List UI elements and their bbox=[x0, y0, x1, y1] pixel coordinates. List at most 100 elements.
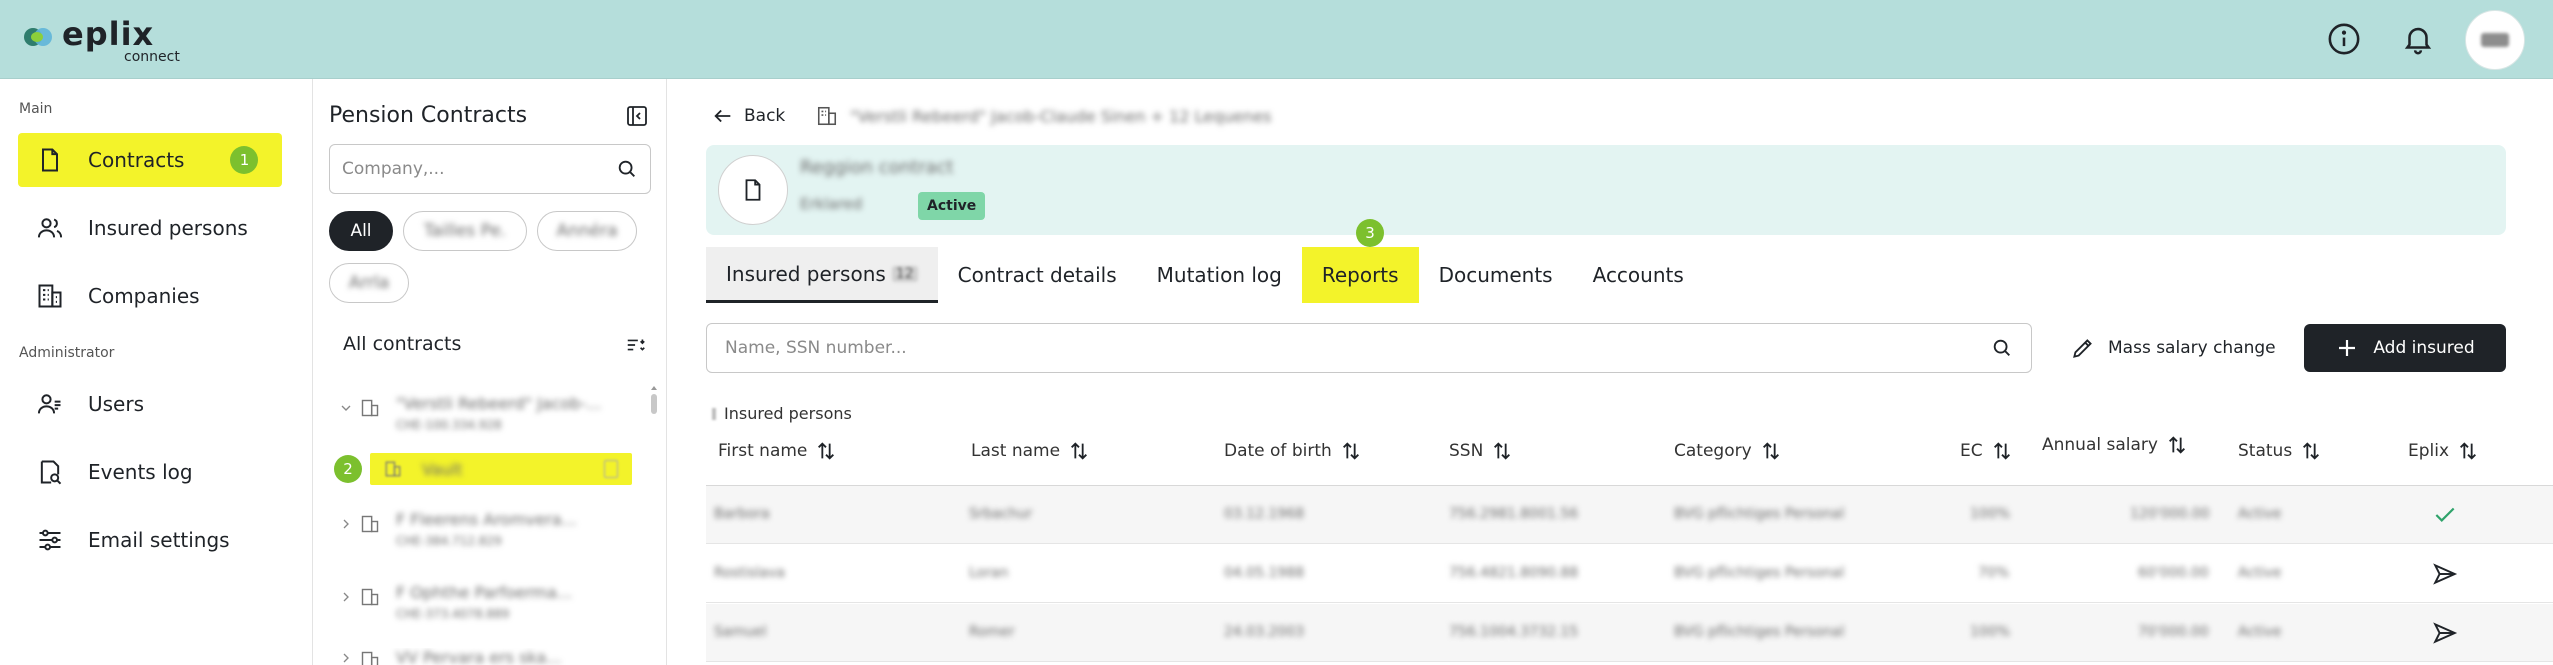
chevron-right-icon[interactable] bbox=[338, 650, 354, 665]
sidebar-item-companies[interactable]: Companies bbox=[18, 269, 282, 323]
sort-icon[interactable] bbox=[1991, 440, 2013, 462]
table-row[interactable]: Samuel Romer 24.03.2003 756.1004.3732.15… bbox=[706, 604, 2553, 662]
building-icon bbox=[385, 461, 401, 477]
tree-item-name: F Ophthe Parfoerma... bbox=[396, 583, 573, 602]
sidebar-item-insured-persons[interactable]: Insured persons bbox=[18, 201, 282, 255]
column-header-ssn[interactable]: SSN bbox=[1449, 431, 1513, 471]
sort-icon[interactable] bbox=[2457, 440, 2479, 462]
search-icon[interactable] bbox=[1991, 337, 2013, 359]
sort-icon[interactable] bbox=[815, 440, 837, 462]
filter-chip-all[interactable]: All bbox=[329, 211, 393, 251]
logo-subtext: connect bbox=[124, 49, 180, 65]
table-row[interactable]: Barbora Srbachur 03.12.1968 756.2981.800… bbox=[706, 486, 2553, 544]
tree-item-contract[interactable]: F Fleerens Aromvera... CHE-384.712.829 bbox=[338, 504, 648, 562]
tab-contract-details[interactable]: Contract details bbox=[938, 247, 1137, 303]
filter-chip[interactable]: Tailles Pe. bbox=[403, 211, 527, 251]
tree-item-selected[interactable] bbox=[370, 453, 632, 485]
bell-icon[interactable] bbox=[2401, 22, 2435, 56]
sidebar-item-users[interactable]: Users bbox=[18, 377, 282, 431]
company-search-input[interactable] bbox=[342, 159, 616, 179]
building-icon bbox=[361, 588, 379, 606]
column-header-category[interactable]: Category bbox=[1674, 431, 1782, 471]
column-header-date-of-birth[interactable]: Date of birth bbox=[1224, 431, 1362, 471]
tab-insured-persons[interactable]: Insured persons 12 bbox=[706, 247, 938, 303]
collapse-panel-icon[interactable] bbox=[625, 104, 649, 128]
step-badge-1: 1 bbox=[230, 146, 259, 174]
back-label: Back bbox=[744, 106, 786, 126]
contract-avatar bbox=[718, 155, 788, 225]
all-contracts-label: All contracts bbox=[343, 333, 462, 355]
scroll-thumb[interactable] bbox=[651, 394, 657, 414]
building-icon bbox=[817, 106, 837, 126]
sort-icon[interactable] bbox=[2166, 434, 2188, 456]
sort-icon[interactable] bbox=[1068, 440, 1090, 462]
sliders-icon bbox=[39, 529, 61, 551]
column-header-first-name[interactable]: First name bbox=[718, 431, 837, 471]
people-icon bbox=[37, 218, 63, 238]
contract-tabs: Insured persons 12 Contract details Muta… bbox=[706, 247, 1704, 303]
document-icon bbox=[745, 179, 761, 201]
info-icon[interactable] bbox=[2327, 22, 2361, 56]
status-badge: Active bbox=[918, 192, 986, 220]
tree-scrollbar[interactable] bbox=[650, 384, 658, 665]
chevron-right-icon[interactable] bbox=[338, 516, 354, 532]
plus-icon bbox=[2339, 340, 2356, 356]
sidebar-item-label: Email settings bbox=[88, 528, 230, 552]
company-search-field[interactable] bbox=[329, 144, 651, 194]
sidebar-item-label: Insured persons bbox=[88, 216, 248, 240]
tree-item-number: CHE-100.334.928 bbox=[396, 418, 502, 432]
sidebar-item-contracts[interactable]: Contracts 1 bbox=[18, 133, 282, 187]
building-icon bbox=[361, 651, 379, 665]
tree-item-name: F Fleerens Aromvera... bbox=[396, 510, 577, 529]
sidebar-item-email-settings[interactable]: Email settings bbox=[18, 513, 282, 567]
search-icon[interactable] bbox=[616, 158, 638, 180]
chevron-down-icon[interactable] bbox=[338, 400, 354, 416]
filter-chip[interactable]: Arrla bbox=[329, 263, 409, 303]
step-badge-3: 3 bbox=[1356, 219, 1384, 247]
insured-search-field[interactable] bbox=[706, 323, 2032, 373]
tree-item-contract[interactable]: "Verstli Rebeerd" Jacob-... CHE-100.334.… bbox=[338, 388, 648, 446]
sort-icon[interactable] bbox=[1491, 440, 1513, 462]
tab-mutation-log[interactable]: Mutation log bbox=[1137, 247, 1302, 303]
sidebar-item-events-log[interactable]: Events log bbox=[18, 445, 282, 499]
main-content: Back "Verstli Rebeerd" Jacob-Claude Sine… bbox=[668, 79, 2553, 665]
send-icon[interactable] bbox=[2432, 561, 2458, 587]
user-avatar[interactable] bbox=[2465, 10, 2525, 70]
send-icon[interactable] bbox=[2432, 620, 2458, 646]
back-button[interactable]: Back bbox=[712, 105, 785, 127]
log-search-icon bbox=[40, 460, 62, 485]
insured-search-input[interactable] bbox=[725, 338, 1991, 358]
column-header-ec[interactable]: EC bbox=[1960, 431, 2013, 471]
top-bar: eplix connect bbox=[0, 0, 2553, 79]
panel-title: Pension Contracts bbox=[329, 103, 528, 128]
table-row[interactable]: Rostislava Loran 04.05.1988 756.4821.809… bbox=[706, 545, 2553, 603]
sidebar: Main Contracts 1 Insured persons Compani… bbox=[0, 79, 313, 665]
tab-documents[interactable]: Documents bbox=[1419, 247, 1573, 303]
tree-item-contract[interactable]: VV Pervara ers ska... bbox=[338, 648, 648, 665]
step-badge-2: 2 bbox=[334, 455, 362, 483]
tab-count-badge: 12 bbox=[891, 265, 918, 282]
add-insured-button[interactable]: Add insured bbox=[2304, 324, 2506, 372]
column-header-last-name[interactable]: Last name bbox=[971, 431, 1090, 471]
mass-salary-change-button[interactable]: Mass salary change bbox=[2070, 331, 2276, 365]
eplix-logo[interactable]: eplix connect bbox=[24, 18, 180, 65]
arrow-left-icon bbox=[714, 109, 731, 123]
sidebar-item-label: Contracts bbox=[88, 148, 185, 172]
tree-item-contract[interactable]: F Ophthe Parfoerma... CHE-373.4078.889 bbox=[338, 577, 648, 635]
sort-list-icon[interactable] bbox=[625, 334, 647, 356]
tab-accounts[interactable]: Accounts bbox=[1573, 247, 1704, 303]
contract-subtitle: Erklared bbox=[800, 195, 863, 213]
scroll-up-icon[interactable] bbox=[650, 384, 658, 392]
filter-chip[interactable]: Annéra bbox=[537, 211, 637, 251]
column-header-annual-salary[interactable]: Annual salary bbox=[2042, 425, 2188, 465]
chevron-right-icon[interactable] bbox=[338, 589, 354, 605]
copy-icon[interactable] bbox=[604, 460, 618, 478]
column-header-status[interactable]: Status bbox=[2238, 431, 2322, 471]
column-header-eplix[interactable]: Eplix bbox=[2408, 431, 2479, 471]
sort-icon[interactable] bbox=[2300, 440, 2322, 462]
sort-icon[interactable] bbox=[1340, 440, 1362, 462]
building-icon bbox=[38, 284, 62, 308]
breadcrumb: "Verstli Rebeerd" Jacob-Claude Sinen + 1… bbox=[850, 107, 1272, 126]
sort-icon[interactable] bbox=[1760, 440, 1782, 462]
tab-reports[interactable]: Reports bbox=[1301, 247, 1419, 303]
